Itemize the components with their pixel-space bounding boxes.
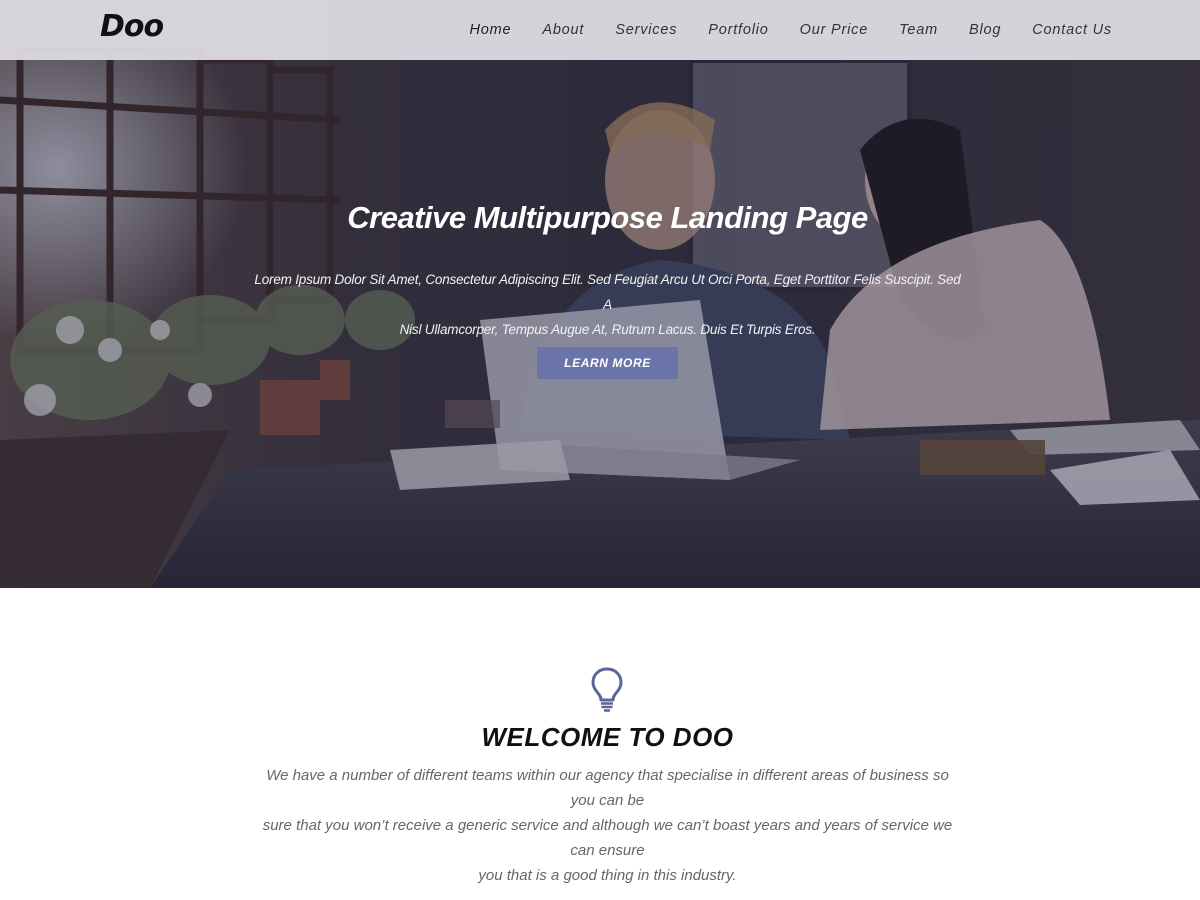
hero-description-line-2: Nisl Ullamcorper, Tempus Augue At, Rutru… (399, 322, 816, 337)
hero-description: Lorem Ipsum Dolor Sit Amet, Consectetur … (250, 267, 965, 342)
nav-item-portfolio[interactable]: Portfolio (708, 22, 768, 38)
nav-item-contact-us[interactable]: Contact Us (1032, 22, 1112, 38)
hero-title: Creative Multipurpose Landing Page (347, 200, 868, 235)
learn-more-button[interactable]: LEARN MORE (537, 347, 678, 379)
site-logo[interactable]: Doo (100, 9, 164, 44)
main-menu: Home About Services Portfolio Our Price … (438, 0, 1112, 60)
nav-item-about[interactable]: About (542, 22, 584, 38)
top-navbar: Doo Home About Services Portfolio Our Pr… (0, 0, 1200, 60)
welcome-section: WELCOME TO DOO We have a number of diffe… (0, 588, 1200, 900)
nav-item-home[interactable]: Home (469, 22, 511, 38)
hero-description-line-1: Lorem Ipsum Dolor Sit Amet, Consectetur … (254, 272, 961, 312)
welcome-description-line-1: We have a number of different teams with… (266, 767, 949, 809)
welcome-description-line-3: you that is a good thing in this industr… (478, 867, 737, 884)
nav-item-our-price[interactable]: Our Price (800, 22, 868, 38)
nav-item-team[interactable]: Team (899, 22, 938, 38)
hero-section: Creative Multipurpose Landing Page Lorem… (0, 0, 1200, 588)
lightbulb-icon (591, 667, 623, 712)
welcome-description: We have a number of different teams with… (255, 763, 960, 888)
hero-content: Creative Multipurpose Landing Page Lorem… (0, 0, 1200, 588)
welcome-title: WELCOME TO DOO (481, 722, 734, 752)
nav-item-services[interactable]: Services (615, 22, 677, 38)
welcome-description-line-2: sure that you won’t receive a generic se… (262, 817, 953, 859)
nav-item-blog[interactable]: Blog (969, 22, 1001, 38)
